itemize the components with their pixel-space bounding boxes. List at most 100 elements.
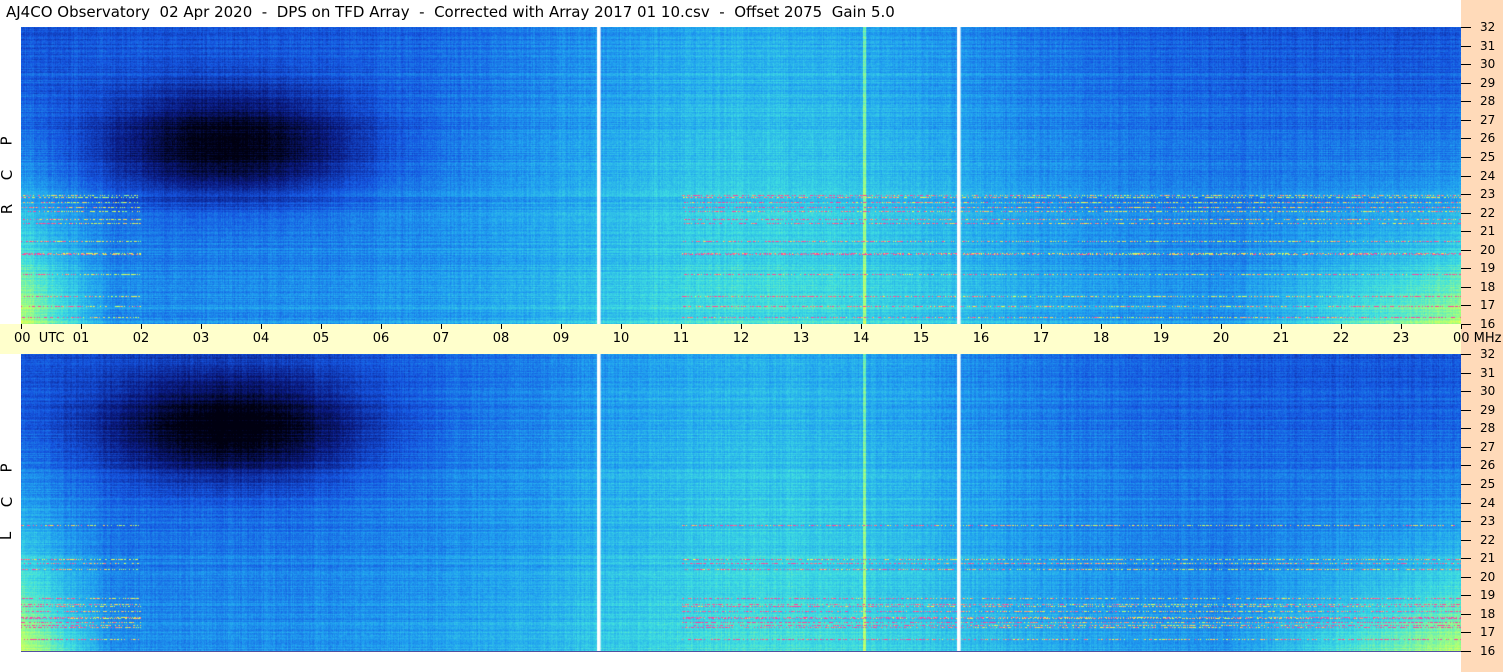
- freq-tick-label: 24: [1480, 495, 1496, 510]
- rcp-spectrogram-panel: [21, 27, 1461, 324]
- freq-tick: [1461, 428, 1471, 430]
- utc-tick-label: 14: [852, 331, 870, 346]
- utc-tick: [681, 324, 682, 329]
- freq-tick: [1461, 45, 1471, 47]
- utc-tick: [1221, 324, 1222, 329]
- utc-tick: [261, 324, 262, 329]
- freq-tick-label: 17: [1480, 298, 1496, 313]
- utc-tick: [381, 324, 382, 329]
- utc-tick: [741, 324, 742, 329]
- utc-tick: [1161, 324, 1162, 329]
- freq-tick: [1461, 175, 1471, 177]
- utc-tick: [501, 324, 502, 329]
- freq-tick-label: 23: [1480, 514, 1496, 529]
- utc-tick-label: 07: [432, 331, 450, 346]
- utc-tick-label: 22: [1332, 331, 1350, 346]
- freq-tick: [1461, 354, 1471, 355]
- utc-tick-label: 00 MHz: [1453, 331, 1502, 346]
- rcp-spectrogram: [21, 27, 1461, 324]
- freq-tick-label: 19: [1480, 588, 1496, 603]
- utc-tick-label: 08: [492, 331, 510, 346]
- utc-tick: [561, 324, 562, 329]
- utc-tick-label: 01: [72, 331, 90, 346]
- freq-tick-label: 24: [1480, 168, 1496, 183]
- utc-tick-label: 04: [252, 331, 270, 346]
- utc-tick: [441, 324, 442, 329]
- freq-tick-label: 21: [1480, 551, 1496, 566]
- freq-tick-label: 20: [1480, 242, 1496, 257]
- utc-tick-label: 02: [132, 331, 150, 346]
- utc-tick: [1041, 324, 1042, 329]
- freq-tick: [1461, 27, 1471, 28]
- utc-tick-label: 17: [1032, 331, 1050, 346]
- utc-tick-label: 16: [972, 331, 990, 346]
- freq-tick: [1461, 465, 1471, 467]
- bottom-border: [21, 651, 1461, 652]
- lcp-spectrogram: [21, 354, 1461, 651]
- chart-title: AJ4CO Observatory 02 Apr 2020 - DPS on T…: [6, 3, 895, 21]
- polarization-letter: R: [0, 203, 17, 215]
- utc-tick: [201, 324, 202, 329]
- freq-tick-label: 16: [1480, 317, 1496, 331]
- freq-tick-label: 18: [1480, 606, 1496, 621]
- utc-tick-label: 03: [192, 331, 210, 346]
- utc-tick: [141, 324, 142, 329]
- freq-tick-label: 32: [1480, 347, 1496, 361]
- polarization-letter: C: [0, 169, 17, 181]
- freq-tick-label: 31: [1480, 365, 1496, 380]
- freq-tick: [1461, 521, 1471, 523]
- utc-tick-label: 20: [1212, 331, 1230, 346]
- freq-tick: [1461, 101, 1471, 103]
- utc-tick: [1341, 324, 1342, 329]
- freq-tick-label: 21: [1480, 224, 1496, 239]
- utc-tick: [921, 324, 922, 329]
- freq-tick: [1461, 82, 1471, 84]
- freq-tick: [1461, 231, 1471, 233]
- freq-tick: [1461, 372, 1471, 374]
- utc-tick: [981, 324, 982, 329]
- utc-tick: [81, 324, 82, 329]
- freq-tick: [1461, 539, 1471, 541]
- utc-tick: [801, 324, 802, 329]
- utc-tick: [861, 324, 862, 329]
- utc-tick-label: 13: [792, 331, 810, 346]
- freq-tick: [1461, 212, 1471, 214]
- freq-tick: [1461, 576, 1471, 578]
- freq-tick-label: 22: [1480, 205, 1496, 220]
- freq-tick: [1461, 446, 1471, 448]
- utc-tick: [321, 324, 322, 329]
- freq-tick-label: 16: [1480, 644, 1496, 658]
- freq-tick: [1461, 558, 1471, 560]
- utc-tick-label: 21: [1272, 331, 1290, 346]
- utc-tick: [1281, 324, 1282, 329]
- utc-tick-label: 15: [912, 331, 930, 346]
- utc-tick: [1401, 324, 1402, 329]
- freq-tick: [1461, 119, 1471, 121]
- utc-tick-label: 18: [1092, 331, 1110, 346]
- freq-tick-label: 30: [1480, 384, 1496, 399]
- freq-tick-label: 17: [1480, 625, 1496, 640]
- freq-tick-label: 28: [1480, 94, 1496, 109]
- polarization-letter: P: [0, 463, 16, 472]
- freq-tick: [1461, 324, 1471, 325]
- freq-tick-label: 22: [1480, 532, 1496, 547]
- freq-tick-label: 26: [1480, 131, 1496, 146]
- freq-tick: [1461, 595, 1471, 597]
- freq-tick-label: 30: [1480, 57, 1496, 72]
- polarization-letter: C: [0, 496, 17, 508]
- utc-tick-label: 11: [672, 331, 690, 346]
- freq-tick: [1461, 502, 1471, 504]
- utc-tick-label: 23: [1392, 331, 1410, 346]
- freq-tick: [1461, 156, 1471, 158]
- freq-tick-label: 20: [1480, 569, 1496, 584]
- freq-tick: [1461, 286, 1471, 288]
- freq-tick-label: 29: [1480, 75, 1496, 90]
- freq-tick: [1461, 64, 1471, 66]
- utc-tick-label: 10: [612, 331, 630, 346]
- freq-tick: [1461, 194, 1471, 196]
- freq-tick-label: 29: [1480, 402, 1496, 417]
- utc-tick: [621, 324, 622, 329]
- freq-tick-label: 27: [1480, 112, 1496, 127]
- freq-tick-label: 25: [1480, 149, 1496, 164]
- freq-tick-label: 19: [1480, 261, 1496, 276]
